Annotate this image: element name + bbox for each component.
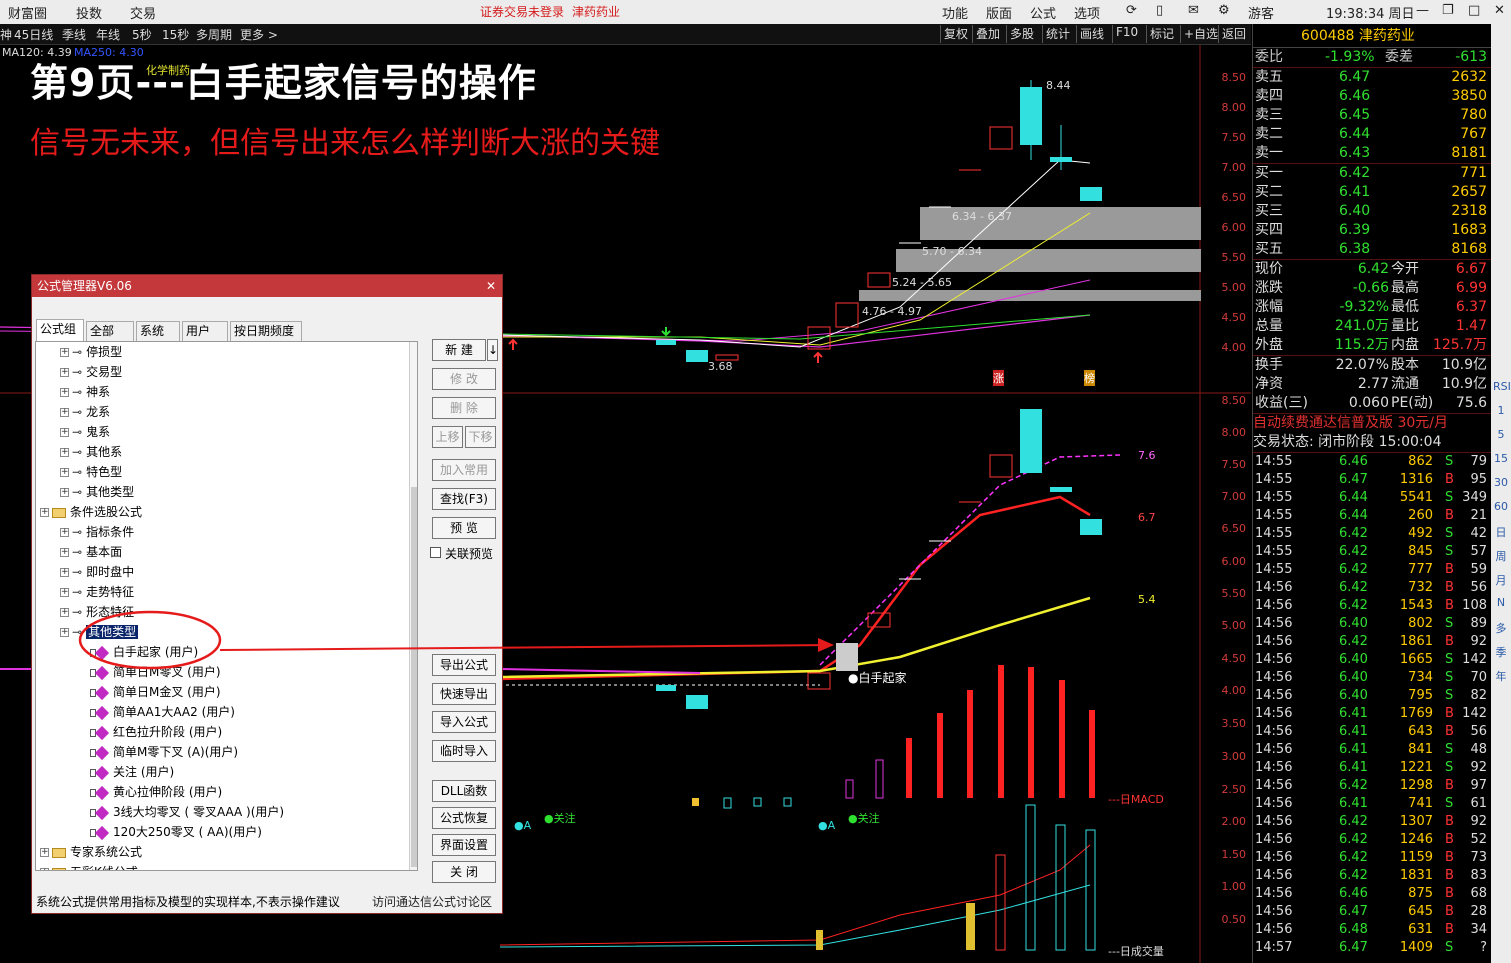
annotation-arrow — [219, 644, 833, 651]
annotation-arrowhead — [818, 638, 834, 652]
annotation-layer — [78, 610, 834, 670]
annotation-ellipse — [78, 610, 222, 670]
